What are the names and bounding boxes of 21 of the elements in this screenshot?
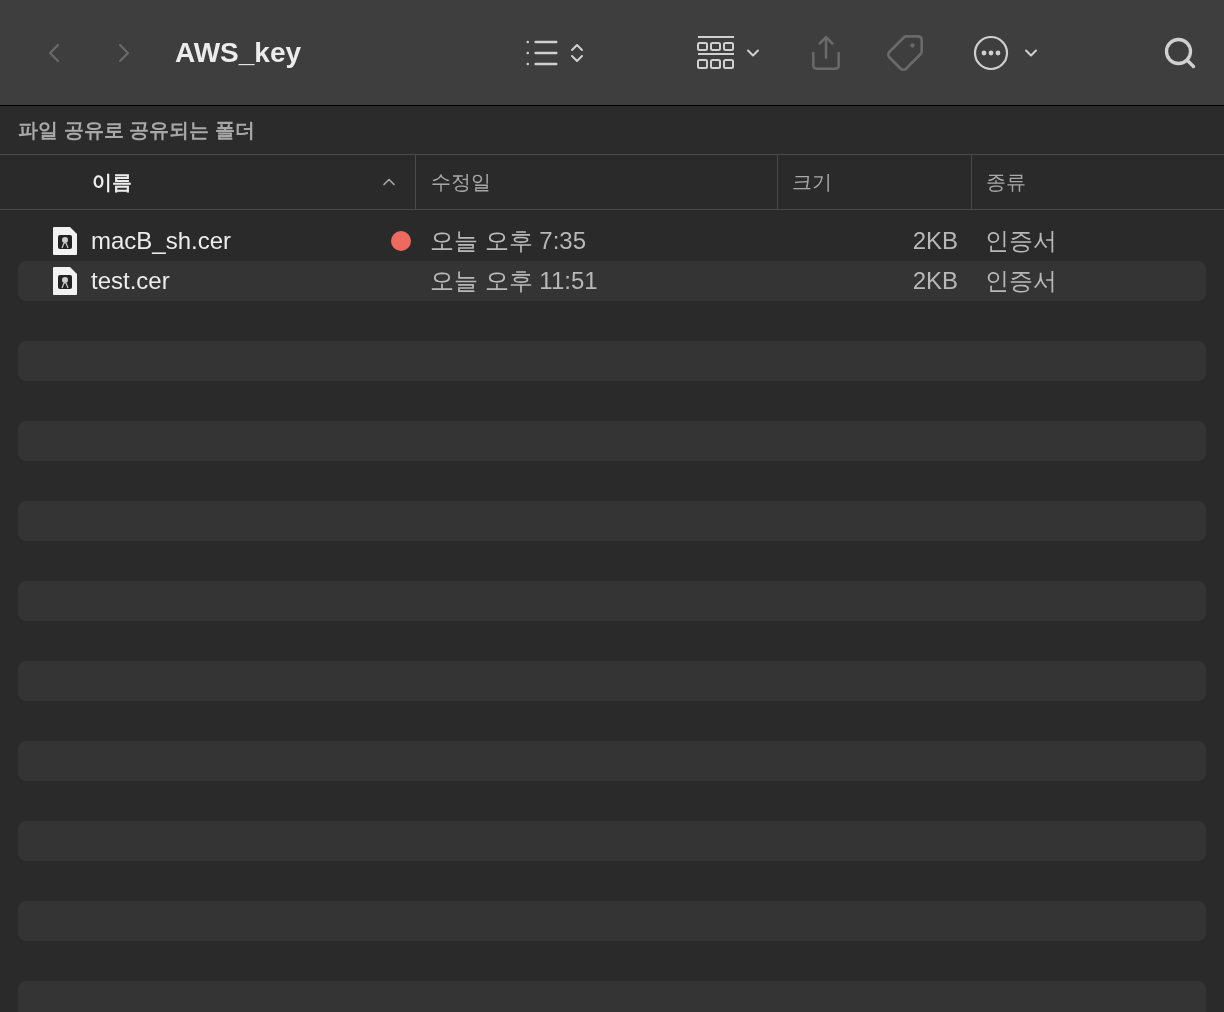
column-header[interactable]: 이름: [0, 155, 415, 209]
window-title: AWS_key: [175, 35, 302, 70]
path-bar-label: 파일 공유로 공유되는 폴더: [18, 118, 255, 143]
modified-date: 오늘 오후 7:35: [429, 226, 588, 256]
column-header[interactable]: 크기: [777, 155, 971, 209]
file-name: macB_sh.cer: [91, 226, 233, 256]
tag-icon: [885, 32, 926, 73]
ellipsis-circle-icon: [973, 34, 1010, 71]
file-size: 2KB: [911, 226, 958, 256]
file-size: 2KB: [911, 266, 958, 296]
file-row[interactable]: test.cer 오늘 오후 11:51 2KB 인증서: [18, 261, 1206, 301]
column-header[interactable]: 수정일: [415, 155, 777, 209]
column-header[interactable]: 종류: [971, 155, 1224, 209]
file-kind: 인증서: [985, 226, 1057, 256]
file-row[interactable]: macB_sh.cer 오늘 오후 7:35 2KB 인증서: [18, 221, 1206, 261]
file-name: test.cer: [91, 266, 171, 296]
grid-icon: [697, 34, 736, 71]
certificate-file-icon: [52, 226, 78, 256]
file-kind: 인증서: [985, 266, 1057, 296]
certificate-file-icon: [52, 266, 78, 296]
modified-date: 오늘 오후 11:51: [429, 266, 599, 296]
